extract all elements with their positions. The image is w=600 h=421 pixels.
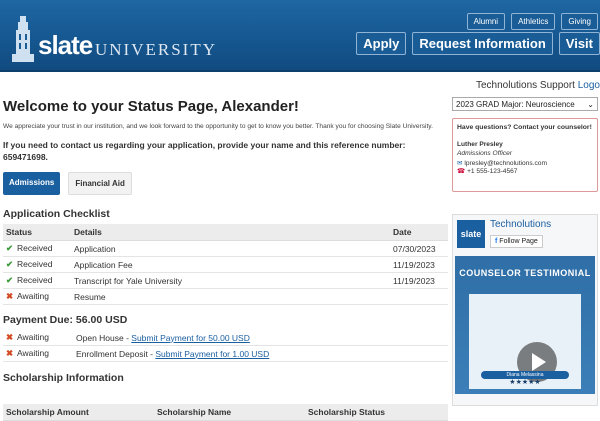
date-header: Date: [390, 224, 448, 241]
scholarship-amount-header: Scholarship Amount: [3, 404, 154, 421]
table-row: ✔ Received Application Fee 11/19/2023: [3, 256, 448, 273]
submit-payment-link[interactable]: Submit Payment for 1.00 USD: [155, 349, 269, 359]
alumni-link[interactable]: Alumni: [466, 13, 506, 30]
request-information-button[interactable]: Request Information: [412, 32, 553, 55]
table-row: ✖ Awaiting Enrollment Deposit - Submit Pa…: [3, 345, 448, 362]
checklist-title: Application Checklist: [3, 208, 110, 220]
scholarship-status-header: Scholarship Status: [305, 404, 448, 421]
payment-item: Open House -: [76, 332, 132, 343]
follow-page-label: Follow Page: [499, 238, 538, 245]
chevron-down-icon: ⌄: [587, 99, 594, 109]
scholarship-table: Scholarship Amount Scholarship Name Scho…: [3, 404, 448, 421]
facebook-widget: slate Technolutions f Follow Page COUNSE…: [452, 214, 598, 406]
support-label: Technolutions Support: [476, 80, 575, 91]
row-date: [390, 288, 448, 305]
row-status: Awaiting: [17, 332, 49, 342]
counselor-name: Luther Presley: [457, 141, 503, 148]
counselor-card: Have questions? Contact your counselor! …: [452, 118, 598, 192]
payment-item: Enrollment Deposit -: [76, 348, 156, 359]
row-details: Resume: [71, 288, 390, 305]
table-row: ✖ Awaiting Open House - Submit Payment fo…: [3, 330, 448, 346]
details-header: Details: [71, 224, 390, 241]
scholarship-title: Scholarship Information: [3, 372, 124, 384]
facebook-icon: f: [495, 238, 498, 245]
contact-line: If you need to contact us regarding your…: [3, 140, 406, 150]
payment-table: ✖ Awaiting Open House - Submit Payment fo…: [3, 330, 448, 362]
x-mark-icon: ✖: [6, 332, 14, 342]
checklist-table: Status Details Date ✔ Received Applicatio…: [3, 224, 448, 305]
follow-page-button[interactable]: f Follow Page: [490, 235, 543, 248]
video-title: COUNSELOR TESTIMONIAL: [459, 268, 591, 278]
main-nav: Apply Request Information Visit: [356, 32, 600, 55]
scholarship-name-header: Scholarship Name: [154, 404, 305, 421]
athletics-link[interactable]: Athletics: [511, 13, 556, 30]
phone-icon: ☎: [457, 168, 466, 175]
submit-payment-link[interactable]: Submit Payment for 50.00 USD: [131, 333, 250, 343]
application-select[interactable]: 2023 GRAD Major: Neuroscience ⌄: [452, 97, 598, 111]
main-content: Welcome to your Status Page, Alexander! …: [3, 95, 448, 421]
x-mark-icon: ✖: [6, 348, 14, 358]
mail-icon: ✉: [457, 160, 463, 167]
right-sidebar: 2023 GRAD Major: Neuroscience ⌄ Have que…: [452, 97, 598, 406]
checkmark-icon: ✔: [6, 259, 14, 269]
contact-instructions: If you need to contact us regarding your…: [3, 139, 443, 163]
counselor-question: Have questions? Contact your counselor!: [457, 124, 592, 131]
row-status: Awaiting: [17, 291, 49, 301]
page-title: Welcome to your Status Page, Alexander!: [3, 98, 299, 115]
row-status: Received: [17, 243, 53, 253]
checkmark-icon: ✔: [6, 243, 14, 253]
row-details: Application Fee: [71, 256, 390, 273]
visit-button[interactable]: Visit: [558, 32, 600, 55]
site-header: slate UNIVERSITY Alumni Athletics Giving…: [0, 0, 600, 72]
checkmark-icon: ✔: [6, 275, 14, 285]
table-row: ✖ Awaiting Resume: [3, 288, 448, 305]
logout-link[interactable]: Logo: [578, 80, 600, 91]
counselor-email[interactable]: lpresley@technolutions.com: [464, 160, 547, 167]
payment-title: Payment Due: 56.00 USD: [3, 314, 128, 326]
giving-link[interactable]: Giving: [561, 13, 598, 30]
logo-university[interactable]: UNIVERSITY: [95, 40, 217, 60]
row-date: 11/19/2023: [390, 256, 448, 273]
status-header: Status: [3, 224, 71, 241]
tab-admissions[interactable]: Admissions: [3, 172, 61, 195]
tab-financial-aid[interactable]: Financial Aid: [68, 172, 132, 195]
reference-number: 659471698.: [3, 152, 48, 162]
tower-logo-icon: [12, 16, 34, 62]
counselor-phone[interactable]: +1 555-123-4567: [467, 168, 517, 175]
logo-slate[interactable]: slate: [38, 30, 93, 61]
row-details: Transcript for Yale University: [71, 272, 390, 289]
tab-bar: Admissions Financial Aid: [3, 172, 443, 195]
video-person-name: Diana Melassina: [481, 371, 569, 379]
table-row: ✔ Received Application 07/30/2023: [3, 240, 448, 257]
row-date: 11/19/2023: [390, 272, 448, 289]
row-date: 07/30/2023: [390, 240, 448, 257]
intro-text: We appreciate your trust in our institut…: [3, 123, 433, 130]
row-status: Awaiting: [17, 348, 49, 358]
facebook-page-name[interactable]: Technolutions: [490, 219, 551, 230]
row-status: Received: [17, 259, 53, 269]
table-row: ✔ Received Transcript for Yale University…: [3, 272, 448, 289]
counselor-role: Admissions Officer: [457, 150, 512, 157]
testimonial-video[interactable]: COUNSELOR TESTIMONIAL ★★★★★ Diana Melass…: [455, 256, 595, 394]
row-status: Received: [17, 275, 53, 285]
star-rating-icon: ★★★★★: [509, 379, 541, 386]
row-details: Application: [71, 240, 390, 257]
support-bar: Technolutions Support Logo: [476, 80, 600, 91]
slate-page-logo[interactable]: slate: [457, 219, 485, 248]
apply-button[interactable]: Apply: [356, 32, 407, 55]
x-mark-icon: ✖: [6, 291, 14, 301]
application-select-value: 2023 GRAD Major: Neuroscience: [456, 99, 575, 109]
top-links: Alumni Athletics Giving: [466, 13, 598, 30]
